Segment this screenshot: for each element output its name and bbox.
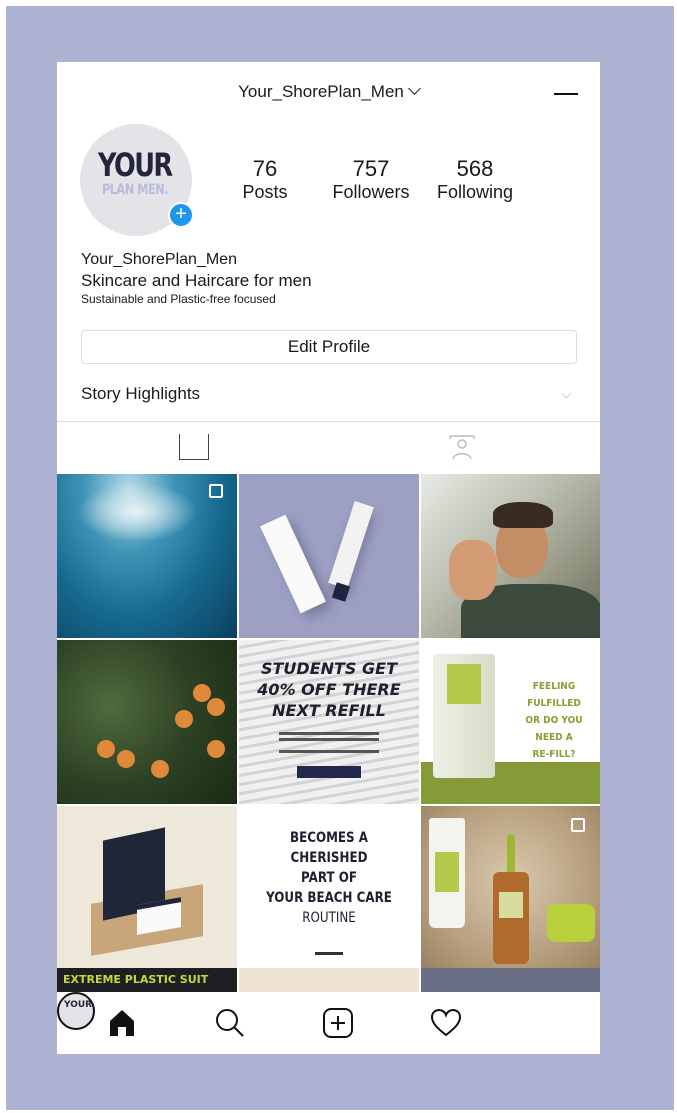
- profile-screen: Your_ShorePlan_Men YOUR PLAN MEN. + 76 P…: [57, 62, 600, 1054]
- bottle-label: [499, 892, 523, 918]
- pouch-label: [447, 664, 481, 704]
- fine-print: [279, 750, 379, 753]
- profile-tabs: [57, 422, 600, 474]
- post-peace-sign-man[interactable]: [421, 474, 600, 638]
- bio-subline: Sustainable and Plastic-free focused: [81, 292, 276, 306]
- posts-count: 76: [252, 156, 278, 181]
- tube-label: [435, 852, 459, 892]
- posts-label: Posts: [242, 182, 288, 202]
- headline-line: STUDENTS GET: [260, 659, 397, 678]
- add-story-icon[interactable]: +: [168, 202, 194, 228]
- post-gift-box[interactable]: EXTREME PLASTIC SUIT: [57, 806, 237, 992]
- avatar-logo-line1: YOUR: [98, 146, 173, 184]
- post-refill-pouch[interactable]: FEELING FULFILLED OR DO YOU NEED A RE-FI…: [421, 640, 600, 804]
- bio-tagline: Skincare and Haircare for men: [81, 271, 312, 290]
- quote-line: BECOMES A: [290, 830, 368, 846]
- carousel-icon: [209, 484, 223, 498]
- following-label: Following: [436, 182, 514, 202]
- search-icon[interactable]: [213, 1006, 247, 1040]
- promo-button-graphic: [297, 766, 361, 778]
- carousel-icon: [571, 818, 585, 832]
- refill-line: RE-FILL?: [532, 749, 576, 760]
- discount-headline: STUDENTS GET 40% OFF THERE NEXT REFILL: [239, 658, 419, 721]
- story-highlights-label[interactable]: Story Highlights: [81, 384, 200, 404]
- quote-line: ROUTINE: [302, 910, 356, 926]
- ocean-debris: [77, 482, 197, 542]
- post-student-discount[interactable]: STUDENTS GET 40% OFF THERE NEXT REFILL: [239, 640, 419, 804]
- photo-hair: [493, 502, 553, 528]
- followers-count: 757: [352, 156, 390, 181]
- followers-label: Followers: [332, 182, 410, 202]
- quote-underline: [315, 952, 343, 955]
- menu-icon[interactable]: [554, 93, 578, 95]
- avatar-logo-line2: PLAN MEN.: [102, 182, 169, 198]
- chevron-down-icon: [407, 82, 421, 95]
- headline-line: 40% OFF THERE: [257, 680, 401, 699]
- tube-cap: [331, 582, 351, 602]
- post-ocean-plastic[interactable]: [57, 474, 237, 638]
- refill-text: FEELING FULFILLED OR DO YOU NEED A RE-FI…: [515, 678, 592, 763]
- stat-posts[interactable]: 76 Posts: [235, 157, 295, 203]
- product-box: [260, 514, 326, 614]
- headline-line: NEXT REFILL: [272, 701, 386, 720]
- dropper-top: [507, 834, 515, 874]
- orange: [207, 740, 225, 758]
- stat-following[interactable]: 568 Following: [429, 157, 521, 203]
- bottom-nav: YOUR: [57, 992, 600, 1054]
- orange: [175, 710, 193, 728]
- orange: [207, 698, 225, 716]
- refill-line: FEELING FULFILLED: [527, 681, 581, 709]
- post-product-lineup[interactable]: [421, 806, 600, 992]
- edit-profile-button[interactable]: Edit Profile: [81, 330, 577, 364]
- orange: [151, 760, 169, 778]
- sand-strip: [239, 968, 419, 992]
- home-icon[interactable]: [105, 1006, 139, 1040]
- top-bar: Your_ShorePlan_Men: [57, 62, 600, 122]
- username-label: Your_ShorePlan_Men: [238, 82, 404, 101]
- grey-bar: [421, 968, 600, 992]
- following-count: 568: [456, 156, 494, 181]
- grid-tab-icon[interactable]: [179, 434, 209, 460]
- refill-line: OR DO YOU NEED A: [525, 715, 583, 743]
- mini-logo: YOUR: [64, 1000, 93, 1010]
- quote-text: BECOMES A CHERISHED PART OF YOUR BEACH C…: [253, 828, 406, 928]
- username-switcher[interactable]: Your_ShorePlan_Men: [57, 82, 600, 102]
- stat-followers[interactable]: 757 Followers: [325, 157, 417, 203]
- post-beach-care-quote[interactable]: BECOMES A CHERISHED PART OF YOUR BEACH C…: [239, 806, 419, 992]
- fine-print: [279, 738, 379, 741]
- orange: [117, 750, 135, 768]
- quote-line: PART OF: [301, 870, 357, 886]
- post-strip-text: EXTREME PLASTIC SUIT: [57, 968, 237, 992]
- tagged-tab-icon[interactable]: [447, 432, 477, 462]
- bio: Your_ShorePlan_Men Skincare and Haircare…: [81, 250, 312, 307]
- add-post-icon[interactable]: [321, 1006, 355, 1040]
- product-tube: [429, 818, 465, 928]
- orange: [193, 684, 211, 702]
- product-tube: [328, 501, 374, 589]
- heart-icon[interactable]: [429, 1006, 463, 1040]
- chevron-down-icon[interactable]: [561, 388, 572, 399]
- serum-bottle: [493, 872, 529, 964]
- post-grid: STUDENTS GET 40% OFF THERE NEXT REFILL F…: [57, 474, 600, 992]
- photo-hand: [449, 540, 497, 600]
- quote-line: CHERISHED: [290, 850, 368, 866]
- post-orange-tree[interactable]: [57, 640, 237, 804]
- cream-jar: [547, 904, 595, 942]
- refill-pouch: [433, 654, 495, 778]
- post-product-tubes[interactable]: [239, 474, 419, 638]
- orange: [97, 740, 115, 758]
- bio-name: Your_ShorePlan_Men: [81, 251, 237, 268]
- quote-line: YOUR BEACH CARE: [266, 890, 392, 906]
- fine-print: [279, 732, 379, 735]
- profile-avatar-icon[interactable]: YOUR: [57, 992, 95, 1030]
